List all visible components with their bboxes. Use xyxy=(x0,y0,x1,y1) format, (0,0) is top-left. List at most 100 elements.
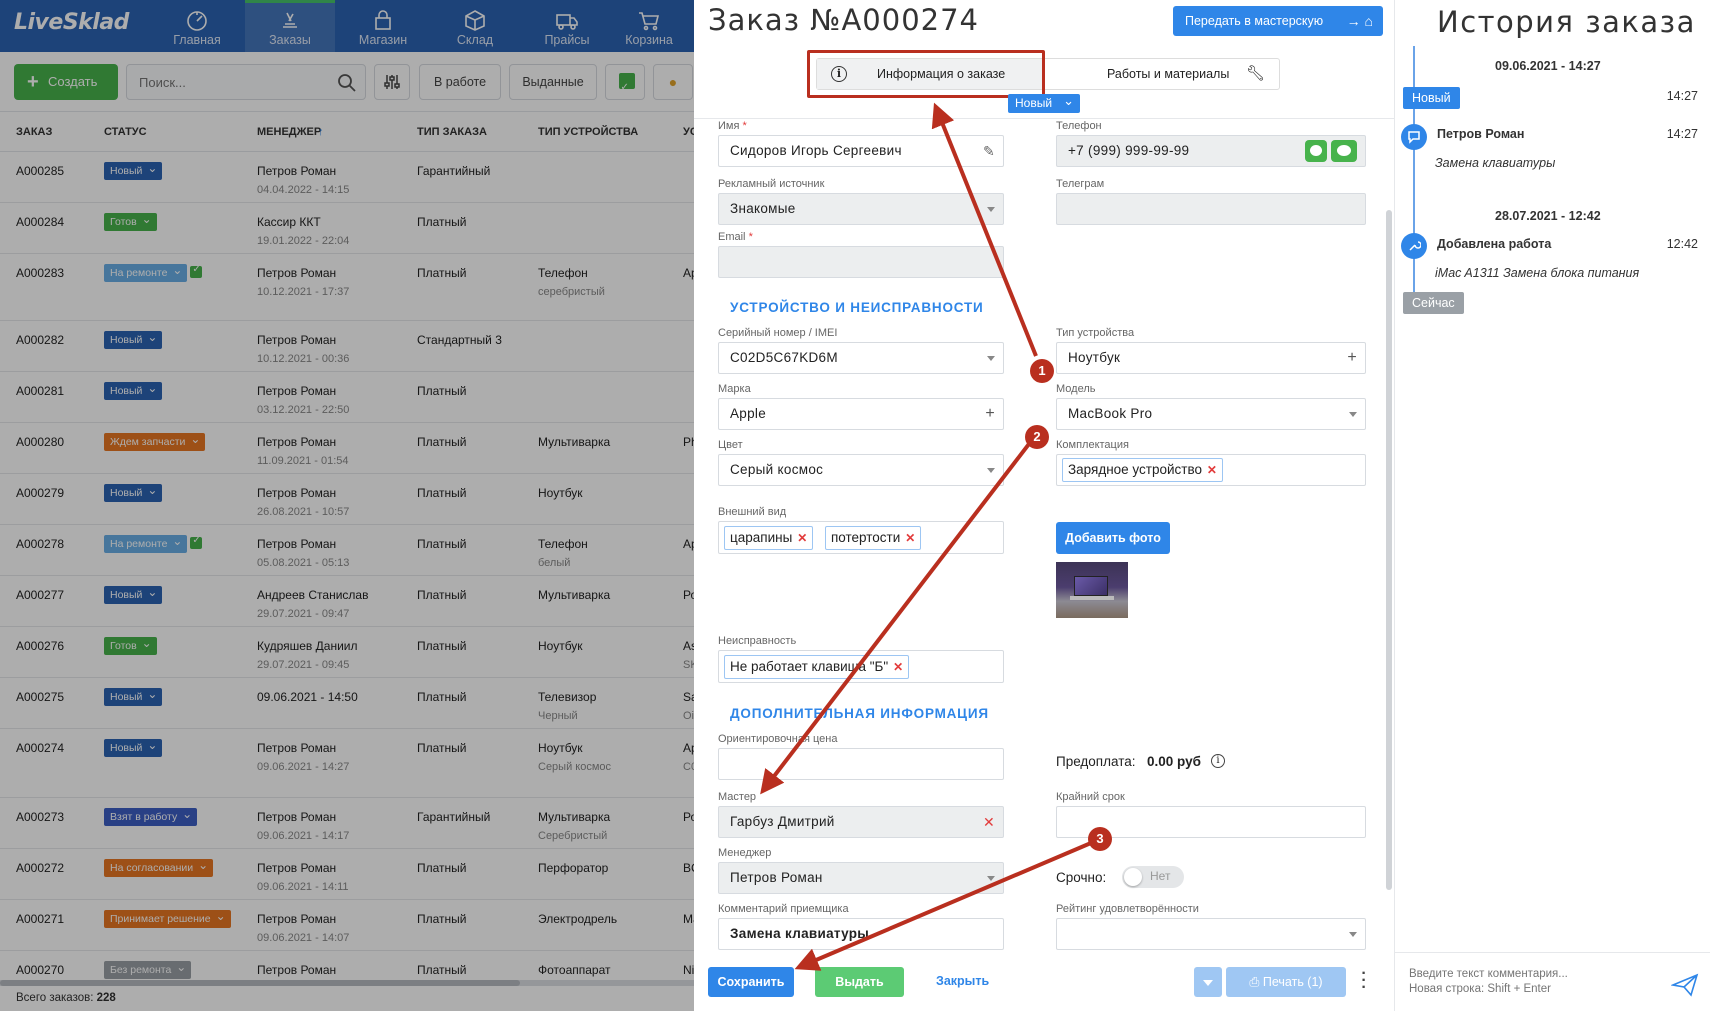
plus-icon[interactable]: + xyxy=(985,399,995,429)
telegram-field[interactable] xyxy=(1056,193,1366,225)
order-title: Заказ №A000274 xyxy=(708,3,979,37)
prepay-value: 0.00 руб xyxy=(1147,754,1201,769)
brand-field[interactable]: Apple + xyxy=(718,398,1004,430)
defect-tags-field[interactable]: Не работает клавиша "Б" xyxy=(718,650,1004,683)
price-label: Ориентировочная цена xyxy=(718,733,838,745)
close-link[interactable]: Закрыть xyxy=(936,974,989,988)
serial-label: Серийный номер / IMEI xyxy=(718,327,838,339)
deadline-label: Крайний срок xyxy=(1056,791,1125,803)
info-icon[interactable]: i xyxy=(1211,754,1225,768)
device-type-label: Тип устройства xyxy=(1056,327,1135,339)
master-value: Гарбуз Дмитрий xyxy=(730,814,835,829)
master-label: Мастер xyxy=(718,791,757,803)
kit-tag[interactable]: Зарядное устройство xyxy=(1062,458,1223,482)
now-badge: Сейчас xyxy=(1403,292,1464,314)
appearance-tags-field[interactable]: царапины потертости xyxy=(718,521,1004,554)
color-label: Цвет xyxy=(718,439,743,451)
history-time: 14:27 xyxy=(1666,127,1698,141)
history-date: 09.06.2021 - 14:27 xyxy=(1495,59,1601,73)
status-dropdown[interactable]: Новый xyxy=(1008,91,1080,113)
history-title: История заказа xyxy=(1437,5,1696,39)
name-field[interactable]: Сидоров Игорь Сергеевич ✎ xyxy=(718,135,1004,167)
transfer-to-workshop-button[interactable]: Передать в мастерскую → ⌂ xyxy=(1173,6,1383,36)
model-select[interactable]: MacBook Pro xyxy=(1056,398,1366,430)
appearance-tag-scratches[interactable]: царапины xyxy=(724,526,814,550)
brand-label: Марка xyxy=(718,383,751,395)
vertical-scrollbar[interactable] xyxy=(1386,210,1392,890)
history-date: 28.07.2021 - 12:42 xyxy=(1495,209,1601,223)
print-options-dropdown[interactable] xyxy=(1194,967,1222,997)
annotation-marker-2: 2 xyxy=(1025,425,1049,449)
history-status-badge: Новый xyxy=(1403,87,1460,109)
print-button[interactable]: ⎙ Печать (1) xyxy=(1226,967,1346,997)
comment-composer xyxy=(1395,952,1710,1011)
clear-icon[interactable]: ✕ xyxy=(983,807,995,837)
comment-field[interactable]: Замена клавиатуры xyxy=(718,918,1004,950)
arrow-home-icon: → ⌂ xyxy=(1346,13,1373,29)
price-field[interactable] xyxy=(718,748,1004,780)
dropdown-arrow-icon xyxy=(1349,412,1357,417)
appearance-tag-scuffs[interactable]: потертости xyxy=(825,526,922,550)
edit-pencil-icon[interactable]: ✎ xyxy=(983,136,995,166)
phone-value: +7 (999) 999-99-99 xyxy=(1068,143,1190,158)
annotation-marker-1: 1 xyxy=(1030,359,1054,383)
dropdown-arrow-icon xyxy=(1349,932,1357,937)
whatsapp-icon[interactable] xyxy=(1305,140,1327,162)
dropdown-arrow-icon xyxy=(987,356,995,361)
toggle-knob xyxy=(1124,868,1142,886)
kit-label: Комплектация xyxy=(1056,439,1129,451)
printer-icon: ⎙ xyxy=(1249,975,1260,989)
manager-select[interactable]: Петров Роман xyxy=(718,862,1004,894)
plus-icon[interactable]: + xyxy=(1347,343,1357,373)
section-device-title: УСТРОЙСТВО И НЕИСПРАВНОСТИ xyxy=(730,300,984,315)
model-label: Модель xyxy=(1056,383,1096,395)
work-event-marker xyxy=(1401,233,1427,259)
ad-source-select[interactable]: Знакомые xyxy=(718,193,1004,225)
device-photo-thumbnail[interactable] xyxy=(1056,562,1128,618)
section-extra-title: ДОПОЛНИТЕЛЬНАЯ ИНФОРМАЦИЯ xyxy=(730,706,989,721)
defect-tag[interactable]: Не работает клавиша "Б" xyxy=(724,655,910,679)
defect-label: Неисправность xyxy=(718,635,797,647)
telegram-label: Телеграм xyxy=(1056,178,1105,190)
divider xyxy=(694,118,1394,119)
more-options-icon[interactable]: · · · xyxy=(1358,966,1370,996)
dropdown-arrow-icon xyxy=(987,876,995,881)
dropdown-arrow-icon xyxy=(987,468,995,473)
phone-field[interactable]: +7 (999) 999-99-99 xyxy=(1056,135,1366,167)
rating-label: Рейтинг удовлетворённости xyxy=(1056,903,1199,915)
color-select[interactable]: Серый космос xyxy=(718,454,1004,486)
device-type-value: Ноутбук xyxy=(1068,350,1121,365)
urgent-value: Нет xyxy=(1150,869,1171,883)
prepay-label: Предоплата: xyxy=(1056,754,1136,769)
dropdown-arrow-icon xyxy=(987,207,995,212)
comment-input[interactable] xyxy=(1409,967,1659,1001)
transfer-label: Передать в мастерскую xyxy=(1185,14,1324,28)
add-photo-button[interactable]: Добавить фото xyxy=(1056,522,1170,554)
rating-select[interactable] xyxy=(1056,918,1366,950)
comment-event-marker xyxy=(1401,124,1427,150)
history-time: 12:42 xyxy=(1666,237,1698,251)
manager-value: Петров Роман xyxy=(730,870,823,885)
send-icon[interactable] xyxy=(1671,973,1699,997)
master-select[interactable]: Гарбуз Дмитрий ✕ xyxy=(718,806,1004,838)
manager-label: Менеджер xyxy=(718,847,772,859)
order-panel: Заказ №A000274 Передать в мастерскую → ⌂… xyxy=(694,0,1394,1011)
order-action-bar: Сохранить Выдать Закрыть ⎙ Печать (1) · ·… xyxy=(694,952,1394,1011)
serial-value: C02D5C67KD6M xyxy=(730,350,838,365)
comment-icon xyxy=(1408,131,1420,144)
color-value: Серый космос xyxy=(730,462,824,477)
modal-overlay[interactable] xyxy=(0,0,694,1011)
annotation-highlight-box xyxy=(807,50,1045,98)
serial-field[interactable]: C02D5C67KD6M xyxy=(718,342,1004,374)
urgent-toggle[interactable]: Нет xyxy=(1122,866,1184,888)
issue-button[interactable]: Выдать xyxy=(815,967,904,997)
save-button[interactable]: Сохранить xyxy=(708,967,794,997)
device-type-field[interactable]: Ноутбук + xyxy=(1056,342,1366,374)
history-event-title: Добавлена работа xyxy=(1437,237,1552,251)
kit-tags-field[interactable]: Зарядное устройство xyxy=(1056,454,1366,486)
email-field[interactable] xyxy=(718,246,1004,278)
message-icon[interactable] xyxy=(1331,140,1357,162)
history-author: Петров Роман xyxy=(1437,127,1525,141)
tab-works-materials[interactable]: Работы и материалы 🔧︎ xyxy=(1045,59,1279,89)
urgent-label: Срочно: xyxy=(1056,870,1107,885)
